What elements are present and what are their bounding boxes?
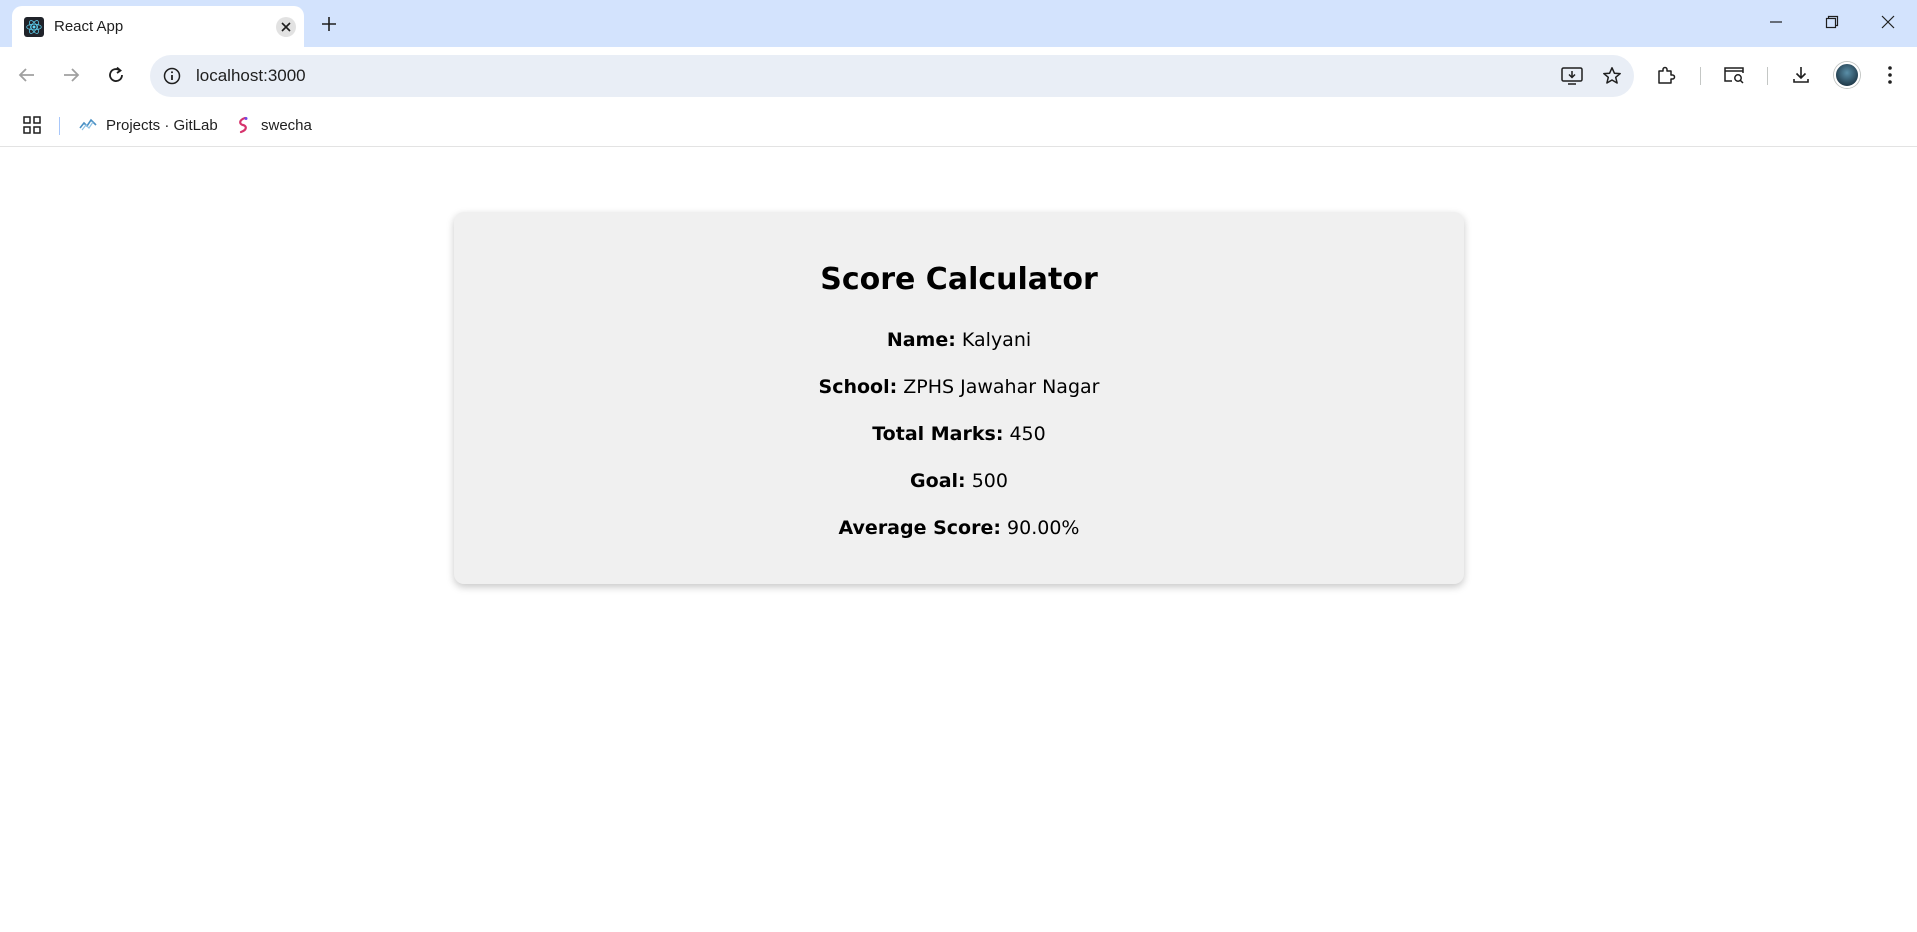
field-label: Average Score: <box>838 517 1001 539</box>
forward-button[interactable] <box>53 57 89 93</box>
toolbar-divider <box>1767 67 1768 85</box>
close-window-button[interactable] <box>1865 6 1911 38</box>
browser-tab[interactable]: React App <box>12 6 304 47</box>
field-value: 90.00% <box>1007 517 1080 539</box>
score-calculator-card: Score Calculator Name: Kalyani School: Z… <box>454 212 1464 584</box>
react-icon <box>24 16 44 37</box>
field-label: School: <box>818 376 898 398</box>
field-value: 450 <box>1009 423 1046 445</box>
back-button[interactable] <box>9 57 45 93</box>
download-icon <box>1793 67 1809 83</box>
gitlab-icon <box>79 116 97 134</box>
apps-grid-icon[interactable] <box>20 113 44 137</box>
bookmark-label: Projects · GitLab <box>106 116 218 134</box>
tab-title: React App <box>54 18 124 35</box>
more-vertical-icon <box>1888 66 1892 84</box>
plus-icon <box>322 17 336 31</box>
forward-arrow-icon <box>64 68 80 82</box>
browser-toolbar: localhost:3000 <box>0 47 1917 103</box>
field-label: Name: <box>886 329 956 351</box>
bookmarks-divider <box>59 117 60 135</box>
url-text[interactable]: localhost:3000 <box>196 66 1554 86</box>
bookmark-star-icon[interactable] <box>1594 58 1630 94</box>
bookmark-label: swecha <box>261 116 312 134</box>
back-arrow-icon <box>18 68 34 82</box>
toolbar-divider <box>1700 67 1701 85</box>
tab-strip: React App <box>0 0 1917 47</box>
minimize-button[interactable] <box>1753 6 1799 38</box>
tab-close-icon[interactable] <box>276 16 296 37</box>
minimize-icon <box>1770 21 1782 23</box>
bookmarks-bar: Projects · GitLab swecha <box>0 103 1917 147</box>
new-tab-button[interactable] <box>315 10 343 38</box>
downloads-button[interactable] <box>1783 57 1819 93</box>
restore-icon <box>1825 15 1839 29</box>
swecha-icon <box>234 116 252 134</box>
field-value: Kalyani <box>961 329 1032 351</box>
field-label: Total Marks: <box>872 423 1004 445</box>
reload-icon <box>109 66 123 82</box>
extensions-button[interactable] <box>1648 57 1684 93</box>
goal-row: Goal: 500 <box>454 470 1464 492</box>
puzzle-icon <box>1658 66 1676 84</box>
install-app-icon[interactable] <box>1554 58 1590 94</box>
field-label: Goal: <box>910 470 966 492</box>
restore-button[interactable] <box>1809 6 1855 38</box>
field-value: ZPHS Jawahar Nagar <box>903 376 1100 398</box>
reload-button[interactable] <box>98 57 134 93</box>
total-marks-row: Total Marks: 450 <box>454 423 1464 445</box>
school-row: School: ZPHS Jawahar Nagar <box>454 376 1464 398</box>
address-bar[interactable]: localhost:3000 <box>150 55 1634 97</box>
bookmark-gitlab[interactable]: Projects · GitLab <box>79 112 218 138</box>
page-title: Score Calculator <box>820 262 1098 297</box>
tab-search-button[interactable] <box>1716 57 1752 93</box>
name-row: Name: Kalyani <box>454 329 1464 351</box>
site-info-icon[interactable] <box>160 64 184 88</box>
bookmark-swecha[interactable]: swecha <box>234 112 312 138</box>
browser-menu-button[interactable] <box>1872 57 1908 93</box>
field-value: 500 <box>971 470 1008 492</box>
tab-search-icon <box>1724 67 1744 84</box>
profile-avatar[interactable] <box>1834 62 1860 88</box>
close-icon <box>1881 15 1895 29</box>
average-score-row: Average Score: 90.00% <box>454 517 1464 539</box>
